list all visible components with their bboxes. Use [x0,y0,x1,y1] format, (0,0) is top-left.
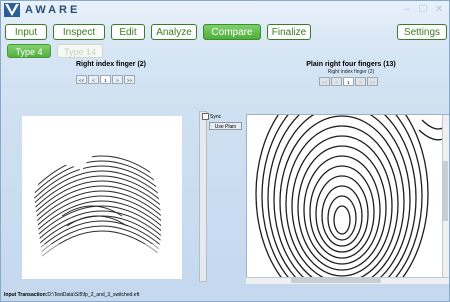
middle-divider[interactable] [199,111,207,282]
app-window: AWARE – ☐ ✕ Input Inspect Edit Analyze C… [0,0,450,302]
right-first-button[interactable]: << [319,77,330,86]
tab-compare[interactable]: Compare [203,24,261,40]
sync-label: Sync [210,113,222,120]
title-bar: AWARE – ☐ ✕ [1,1,449,19]
aware-logo-icon [4,3,20,17]
right-fingerprint-image[interactable] [246,114,449,283]
status-path: D:\TestData\SI5\fp_2_and_3_switched.eft [47,292,140,298]
subtab-type-4[interactable]: Type 4 [7,44,51,58]
tab-input[interactable]: Input [5,24,47,40]
status-bar: Input Transaction:D:\TestData\SI5\fp_2_a… [4,292,139,298]
left-first-button[interactable]: << [76,75,87,84]
right-panel-title: Plain right four fingers (13) [306,61,396,68]
left-fingerprint-icon [34,155,162,272]
right-prev-button[interactable]: < [331,77,342,86]
tab-analyze[interactable]: Analyze [151,24,197,40]
close-icon[interactable]: ✕ [433,4,445,15]
left-last-button[interactable]: >> [124,75,135,84]
status-label: Input Transaction: [4,292,48,298]
left-prev-button[interactable]: < [88,75,99,84]
right-vertical-scroll-thumb[interactable] [443,161,448,221]
right-next-button[interactable]: > [355,77,366,86]
tab-finalize[interactable]: Finalize [267,24,311,40]
right-last-button[interactable]: >> [367,77,378,86]
left-fingerprint-image[interactable] [22,116,182,279]
maximize-icon[interactable]: ☐ [417,4,429,15]
right-panel-subtitle: Right index finger (2) [327,69,375,75]
minimize-icon[interactable]: – [401,4,413,15]
sync-checkbox[interactable]: Sync [202,113,221,120]
tab-settings[interactable]: Settings [397,24,447,40]
left-panel-title: Right index finger (2) [76,61,146,68]
tab-inspect[interactable]: Inspect [53,24,105,40]
left-page-field[interactable]: 1 [100,75,111,84]
left-next-button[interactable]: > [112,75,123,84]
app-brand: AWARE [25,4,81,16]
checkbox-icon [202,113,209,120]
subtab-type-14[interactable]: Type 14 [57,44,103,58]
right-fingerprint-icon [255,115,448,282]
right-horizontal-scroll-thumb[interactable] [291,278,381,283]
tab-edit[interactable]: Edit [111,24,145,40]
right-page-field[interactable]: 1 [343,77,354,86]
use-plain-button[interactable]: Use Plain [209,122,242,130]
